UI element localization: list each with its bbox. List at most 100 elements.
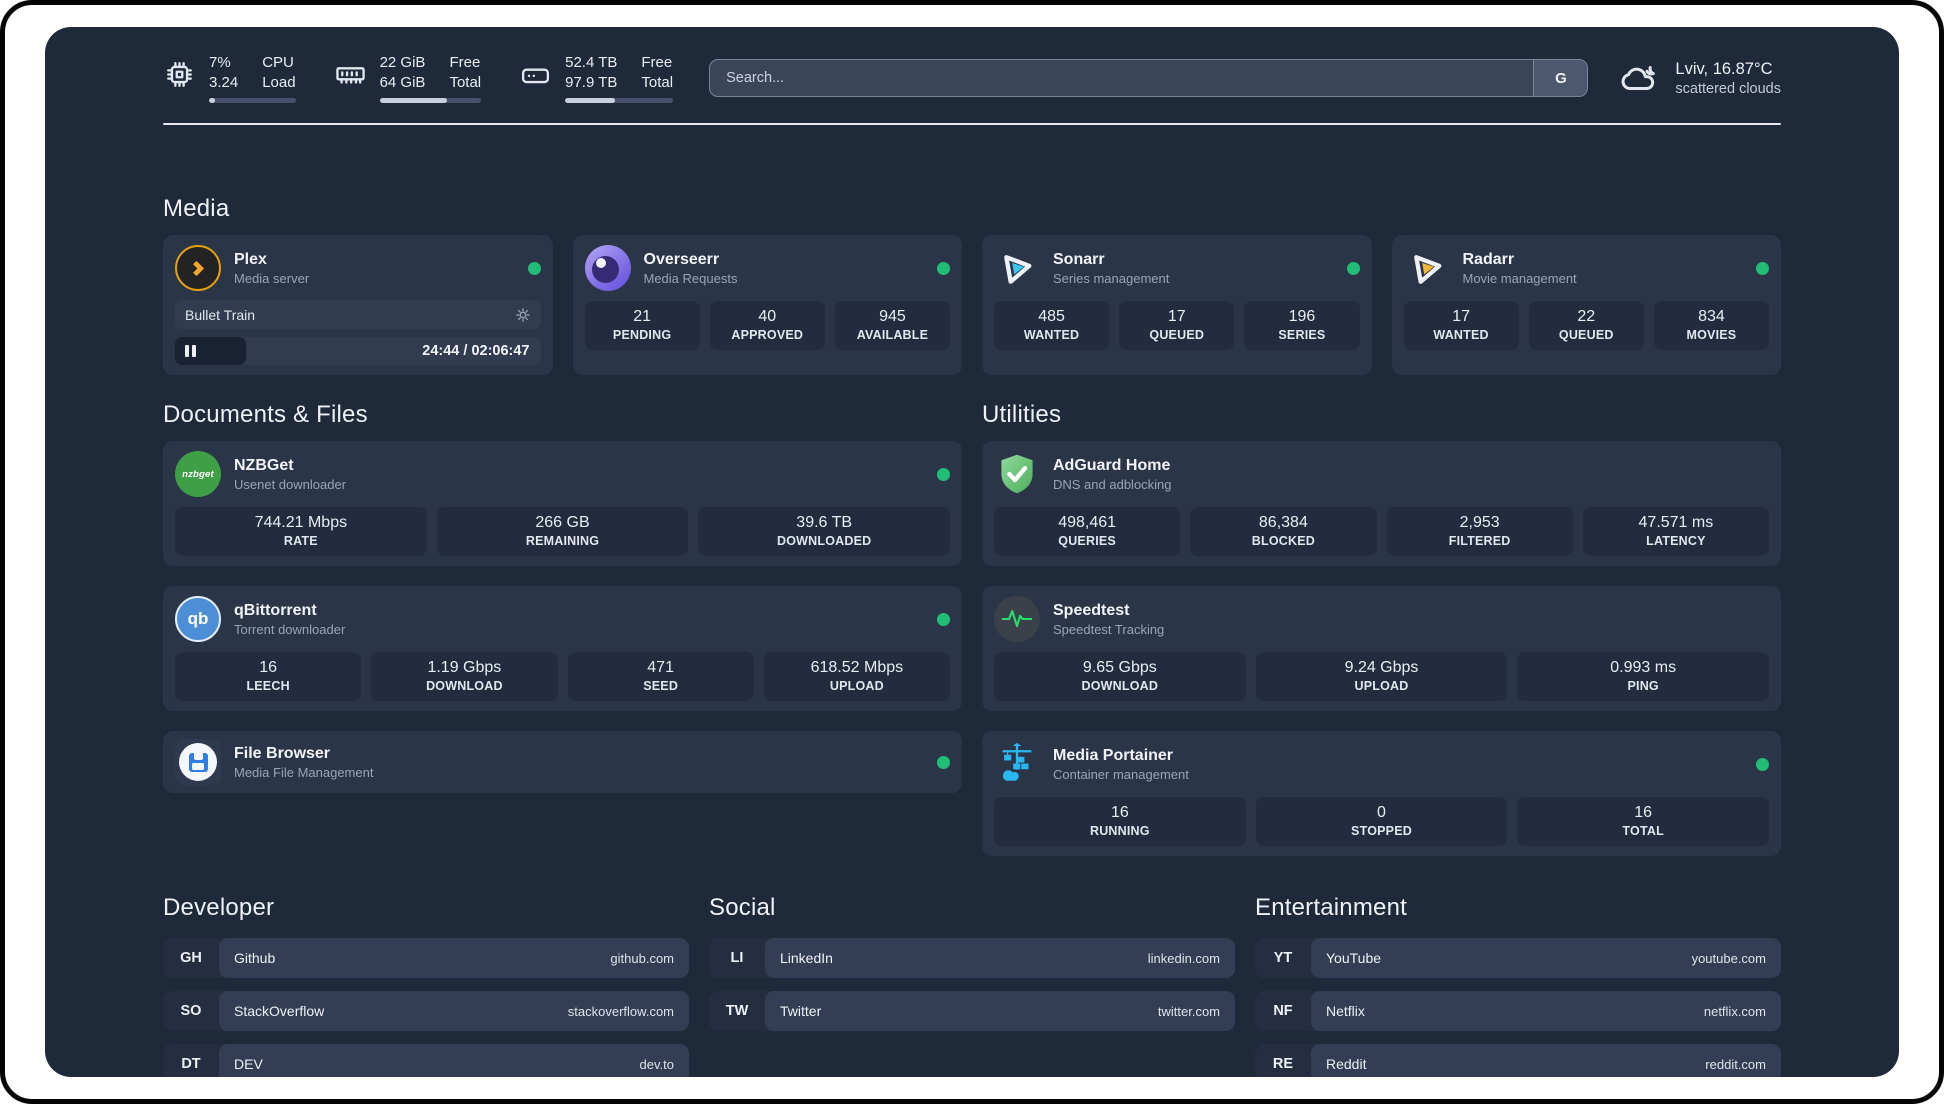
app-card-filebrowser[interactable]: File Browser Media File Management <box>163 731 962 793</box>
media-settings-icon[interactable] <box>515 307 531 323</box>
app-card-portainer[interactable]: Media Portainer Container management 16 R… <box>982 731 1781 856</box>
link-github[interactable]: GH Github github.com <box>163 938 689 978</box>
app-card-overseerr[interactable]: Overseerr Media Requests 21 PENDING 40 APP… <box>572 235 962 375</box>
status-dot <box>937 755 950 769</box>
plex-icon <box>175 245 221 291</box>
pause-button[interactable] <box>185 345 196 357</box>
link-name: YouTube <box>1326 950 1382 966</box>
app-card-adguard[interactable]: AdGuard Home DNS and adblocking 498,461 Q… <box>982 441 1781 566</box>
app-card-speedtest[interactable]: Speedtest Speedtest Tracking 9.65 Gbps DO… <box>982 586 1781 711</box>
stat-cell: 9.65 Gbps DOWNLOAD <box>994 652 1246 701</box>
stat-cell: 21 PENDING <box>584 301 700 350</box>
app-name: Radarr <box>1462 251 1515 268</box>
stat-cell: 471 SEED <box>567 652 754 701</box>
storage-free-value: 52.4 TB <box>565 54 618 71</box>
top-bar: 7% 3.24 CPU Load 22 GiB 64 GiB Free Tota… <box>163 53 1781 103</box>
link-abbr: YT <box>1273 950 1293 966</box>
link-abbr: TW <box>725 1003 749 1019</box>
cpu-icon <box>167 61 192 87</box>
adguard-icon <box>994 451 1040 497</box>
memory-progress-bar <box>379 98 482 103</box>
search-input[interactable] <box>710 60 1534 96</box>
app-card-radarr[interactable]: Radarr Movie management 17 WANTED 22 QUEUE… <box>1391 235 1781 375</box>
storage-free-label: Free <box>641 54 673 71</box>
status-dot <box>527 261 541 275</box>
app-description: Media server <box>234 271 310 286</box>
link-abbr: LI <box>730 950 744 966</box>
stat-cell: 485 WANTED <box>994 301 1110 350</box>
stat-cell: 618.52 Mbps UPLOAD <box>763 652 950 701</box>
link-abbr: SO <box>180 1003 202 1019</box>
status-dot <box>937 261 950 275</box>
link-url: reddit.com <box>1705 1056 1766 1072</box>
stat-cell: 22 QUEUED <box>1528 301 1644 350</box>
memory-stat: 22 GiB 64 GiB Free Total <box>334 53 482 103</box>
link-linkedin[interactable]: LI LinkedIn linkedin.com <box>709 938 1235 978</box>
app-name: Speedtest <box>1053 602 1130 619</box>
app-description: Usenet downloader <box>234 477 347 492</box>
overseerr-icon <box>584 245 631 291</box>
link-twitter[interactable]: TW Twitter twitter.com <box>709 991 1235 1031</box>
link-abbr: NF <box>1273 1003 1293 1019</box>
stat-cell: 1.19 Gbps DOWNLOAD <box>371 652 558 701</box>
app-name: Overseerr <box>643 251 720 268</box>
stat-cell: 2,953 FILTERED <box>1386 507 1573 556</box>
link-name: Twitter <box>780 1003 822 1019</box>
storage-total-value: 97.9 TB <box>565 74 618 91</box>
header-divider <box>163 123 1781 125</box>
memory-icon <box>335 66 365 84</box>
app-description: Series management <box>1053 271 1170 286</box>
stat-cell: 744.21 Mbps RATE <box>175 507 427 556</box>
link-youtube[interactable]: YT YouTube youtube.com <box>1255 938 1781 978</box>
link-url: linkedin.com <box>1147 950 1220 966</box>
memory-free-label: Free <box>449 54 481 71</box>
link-dev[interactable]: DT DEV dev.to <box>163 1044 689 1077</box>
sonarr-icon <box>990 241 1043 294</box>
weather-summary: Lviv, 16.87°C <box>1675 59 1773 78</box>
storage-stat: 52.4 TB 97.9 TB Free Total <box>519 53 674 103</box>
system-stats: 7% 3.24 CPU Load 22 GiB 64 GiB Free Tota… <box>163 53 674 103</box>
status-dot <box>937 612 950 626</box>
section-title-developer: Developer <box>163 894 275 921</box>
portainer-icon <box>994 741 1040 787</box>
section-title-social: Social <box>709 894 776 921</box>
app-description: Torrent downloader <box>234 622 346 637</box>
now-playing-row: Bullet Train <box>175 300 541 329</box>
cpu-load-value: 3.24 <box>209 74 239 91</box>
cloud-icon <box>1622 66 1656 90</box>
link-name: Github <box>234 950 276 966</box>
link-reddit[interactable]: RE Reddit reddit.com <box>1255 1044 1781 1077</box>
media-progress-bar: 24:44 / 02:06:47 <box>175 337 541 365</box>
app-name: Sonarr <box>1053 251 1105 268</box>
app-card-sonarr[interactable]: Sonarr Series management 485 WANTED 17 QUE… <box>982 235 1372 375</box>
stat-cell: 86,384 BLOCKED <box>1190 507 1377 556</box>
app-card-plex[interactable]: Plex Media server Bullet Train 24:44 / 0… <box>163 235 553 375</box>
app-card-nzbget[interactable]: nzbget NZBGet Usenet downloader 744.21 M… <box>163 441 962 566</box>
status-dot <box>1756 757 1769 771</box>
cpu-progress-bar <box>209 98 296 103</box>
link-name: StackOverflow <box>234 1003 325 1019</box>
storage-total-label: Total <box>641 74 674 91</box>
app-name: qBittorrent <box>234 602 317 619</box>
memory-free-value: 22 GiB <box>379 54 426 71</box>
app-description: Media Requests <box>643 271 738 286</box>
stat-cell: 40 APPROVED <box>709 301 825 350</box>
search-bar: G <box>709 59 1589 97</box>
qbittorrent-icon: qb <box>175 596 221 642</box>
link-stackoverflow[interactable]: SO StackOverflow stackoverflow.com <box>163 991 689 1031</box>
search-engine-button[interactable]: G <box>1533 60 1588 96</box>
link-abbr: GH <box>180 950 202 966</box>
app-card-qbittorrent[interactable]: qb qBittorrent Torrent downloader 16 LEEC… <box>163 586 962 711</box>
stat-cell: 0 STOPPED <box>1255 797 1508 846</box>
link-url: dev.to <box>639 1056 674 1072</box>
storage-progress-bar <box>565 98 674 103</box>
status-dot <box>1756 261 1769 275</box>
weather-widget: Lviv, 16.87°C scattered clouds <box>1618 57 1781 99</box>
app-description: Container management <box>1053 767 1189 782</box>
memory-total-value: 64 GiB <box>379 74 426 91</box>
stat-cell: 16 LEECH <box>175 652 362 701</box>
link-name: Netflix <box>1326 1003 1365 1019</box>
link-abbr: DT <box>181 1056 201 1072</box>
link-netflix[interactable]: NF Netflix netflix.com <box>1255 991 1781 1031</box>
app-name: Plex <box>234 251 267 268</box>
